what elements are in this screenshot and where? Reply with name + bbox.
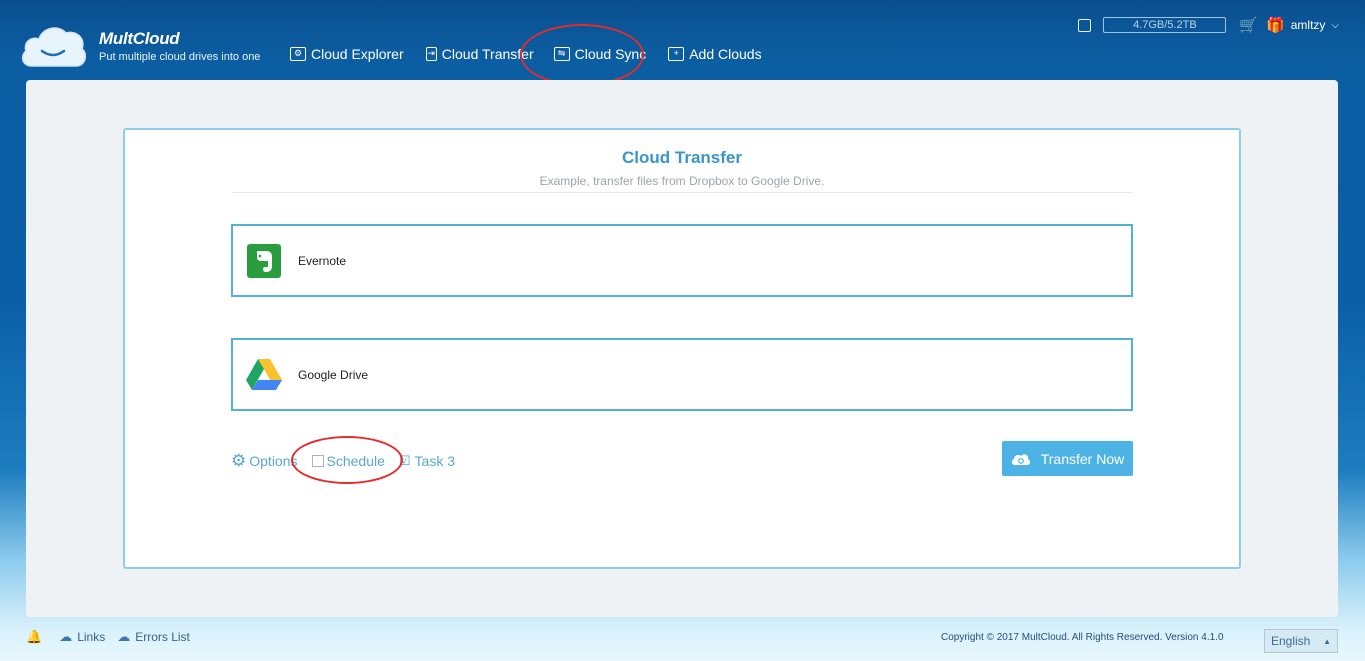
nav-cloud-sync-label: Cloud Sync bbox=[574, 46, 647, 62]
nav-add-clouds[interactable]: + Add Clouds bbox=[668, 46, 762, 62]
app-logo[interactable]: MultCloud Put multiple cloud drives into… bbox=[18, 16, 278, 68]
transfer-options-bar: ⚙ Options Schedule ☑ Task 3 bbox=[231, 451, 469, 471]
nav-cloud-explorer[interactable]: ⚙ Cloud Explorer bbox=[290, 46, 404, 62]
source-cloud-selector[interactable]: Evernote bbox=[231, 224, 1133, 297]
chevron-down-icon[interactable]: ⌵ bbox=[1331, 20, 1339, 31]
links-label: Links bbox=[77, 630, 106, 644]
account-bar: 4.7GB/5.2TB 🛒 🎁 amltzy ⌵ bbox=[1078, 16, 1339, 34]
transfer-now-label: Transfer Now bbox=[1040, 450, 1125, 467]
cloud-transfer-icon: ⇥ bbox=[425, 47, 437, 61]
bell-icon: 🔔 bbox=[26, 629, 43, 644]
destination-cloud-name: Google Drive bbox=[298, 367, 369, 382]
nav-cloud-sync[interactable]: ⇋ Cloud Sync bbox=[553, 46, 647, 62]
nav-cloud-transfer[interactable]: ⇥ Cloud Transfer bbox=[425, 46, 534, 62]
nav-cloud-explorer-label: Cloud Explorer bbox=[311, 46, 404, 62]
language-label: English bbox=[1271, 634, 1311, 648]
options-button[interactable]: ⚙ Options bbox=[231, 451, 298, 471]
page-subtitle: Example, transfer files from Dropbox to … bbox=[539, 174, 825, 188]
gear-icon: ⚙ bbox=[231, 451, 247, 470]
errors-list-button[interactable]: ☁ Errors List bbox=[117, 629, 190, 645]
logo-cloud-icon bbox=[21, 27, 87, 67]
transfer-now-button[interactable]: Transfer Now bbox=[1002, 441, 1133, 476]
schedule-checkbox[interactable] bbox=[311, 455, 324, 467]
schedule-toggle[interactable]: Schedule bbox=[311, 453, 385, 469]
cart-icon[interactable]: 🛒 bbox=[1239, 16, 1258, 34]
links-button[interactable]: ☁ Links bbox=[59, 629, 105, 645]
username[interactable]: amltzy bbox=[1291, 18, 1326, 32]
main-nav: ⚙ Cloud Explorer ⇥ Cloud Transfer ⇋ Clou… bbox=[290, 44, 762, 64]
cloud-error-icon: ☁ bbox=[117, 629, 131, 644]
app-tagline: Put multiple cloud drives into one bbox=[99, 51, 261, 63]
schedule-label: Schedule bbox=[326, 453, 385, 469]
main-panel: Cloud Transfer Example, transfer files f… bbox=[26, 80, 1338, 617]
cloud-transfer-button-icon bbox=[1011, 453, 1030, 465]
task-label: Task 3 bbox=[414, 453, 456, 469]
destination-cloud-selector[interactable]: Google Drive bbox=[231, 338, 1133, 411]
page-title: Cloud Transfer bbox=[622, 148, 742, 167]
gift-icon[interactable]: 🎁 bbox=[1266, 16, 1285, 34]
google-drive-icon bbox=[246, 357, 282, 393]
errors-list-label: Errors List bbox=[135, 630, 190, 644]
statistics-icon[interactable] bbox=[1078, 18, 1092, 32]
nav-add-clouds-label: Add Clouds bbox=[689, 46, 762, 62]
link-icon: ☁ bbox=[59, 629, 73, 644]
caret-up-icon: ▲ bbox=[1323, 636, 1331, 646]
add-clouds-icon: + bbox=[668, 47, 685, 61]
edit-icon: ☑ bbox=[398, 453, 411, 468]
evernote-icon bbox=[246, 243, 282, 279]
notifications-button[interactable]: 🔔 bbox=[26, 629, 47, 645]
task-name[interactable]: ☑ Task 3 bbox=[399, 453, 455, 469]
language-select[interactable]: English ▲ bbox=[1264, 629, 1338, 653]
source-cloud-name: Evernote bbox=[298, 253, 347, 268]
options-label: Options bbox=[249, 453, 298, 469]
footer-links: 🔔 ☁ Links ☁ Errors List bbox=[26, 629, 202, 645]
transfer-card: Cloud Transfer Example, transfer files f… bbox=[123, 128, 1241, 569]
cloud-sync-icon: ⇋ bbox=[553, 47, 570, 61]
copyright-text: Copyright © 2017 MultCloud. All Rights R… bbox=[941, 632, 1224, 643]
divider bbox=[232, 192, 1132, 193]
storage-usage: 4.7GB/5.2TB bbox=[1103, 17, 1227, 33]
cloud-explorer-icon: ⚙ bbox=[290, 47, 306, 61]
nav-cloud-transfer-label: Cloud Transfer bbox=[441, 46, 534, 62]
app-name: MultCloud bbox=[99, 29, 180, 48]
